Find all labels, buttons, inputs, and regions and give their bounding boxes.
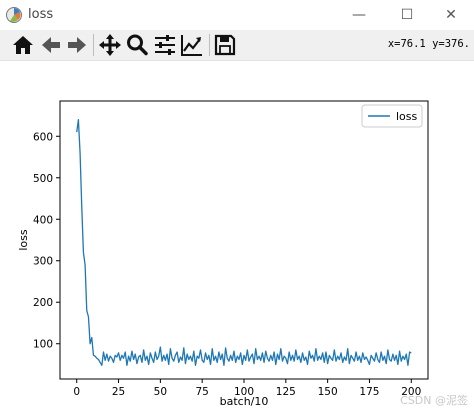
close-button[interactable]: ✕: [428, 0, 474, 30]
subplots-config-icon[interactable]: [152, 32, 178, 58]
maximize-button[interactable]: ☐: [384, 0, 430, 30]
x-axis-label: batch/10: [220, 395, 269, 408]
x-tick-label: 75: [195, 386, 208, 398]
cursor-coordinates: x=76.1 y=376.: [387, 38, 470, 50]
matplotlib-app-icon: [6, 7, 22, 23]
csdn-watermark: CSDN @泥签: [400, 394, 468, 407]
x-tick-label: 50: [154, 386, 167, 398]
legend-label-loss: loss: [396, 110, 418, 123]
x-tick-label: 150: [318, 386, 338, 398]
loss-series-line: [76, 119, 412, 366]
toolbar-separator: [209, 34, 210, 56]
home-icon[interactable]: [10, 32, 36, 58]
axes-frame: [59, 100, 429, 380]
y-tick-label: 400: [33, 214, 53, 226]
pan-icon[interactable]: [97, 32, 123, 58]
y-tick-label: 300: [33, 256, 53, 268]
figure-canvas[interactable]: 0 25 50 75 100 125 150 175 200 100 200 300 400 500 60…: [0, 61, 474, 412]
y-tick-label: 500: [33, 173, 53, 185]
y-tick-label: 100: [33, 339, 53, 351]
x-tick-label: 0: [73, 386, 80, 398]
toolbar-separator: [93, 34, 94, 56]
zoom-icon[interactable]: [124, 32, 150, 58]
loss-line-chart: 0 25 50 75 100 125 150 175 200 10020030040050060…: [17, 100, 429, 408]
x-tick-label: 175: [359, 386, 379, 398]
window-title: loss: [28, 7, 54, 22]
x-tick-label: 25: [112, 386, 125, 398]
legend: loss: [361, 104, 423, 128]
back-arrow-icon[interactable]: [38, 32, 64, 58]
window-titlebar: loss — ☐ ✕: [0, 0, 474, 30]
navigation-toolbar: x=76.1 y=376.: [0, 30, 474, 61]
y-tick-label: 600: [33, 131, 53, 143]
forward-arrow-icon[interactable]: [64, 32, 90, 58]
save-icon[interactable]: [212, 32, 238, 58]
y-axis-label: loss: [17, 229, 30, 251]
edit-axes-icon[interactable]: [179, 32, 205, 58]
x-tick-label: 125: [276, 386, 296, 398]
y-tick-label: 200: [33, 297, 53, 309]
minimize-button[interactable]: —: [336, 0, 382, 30]
